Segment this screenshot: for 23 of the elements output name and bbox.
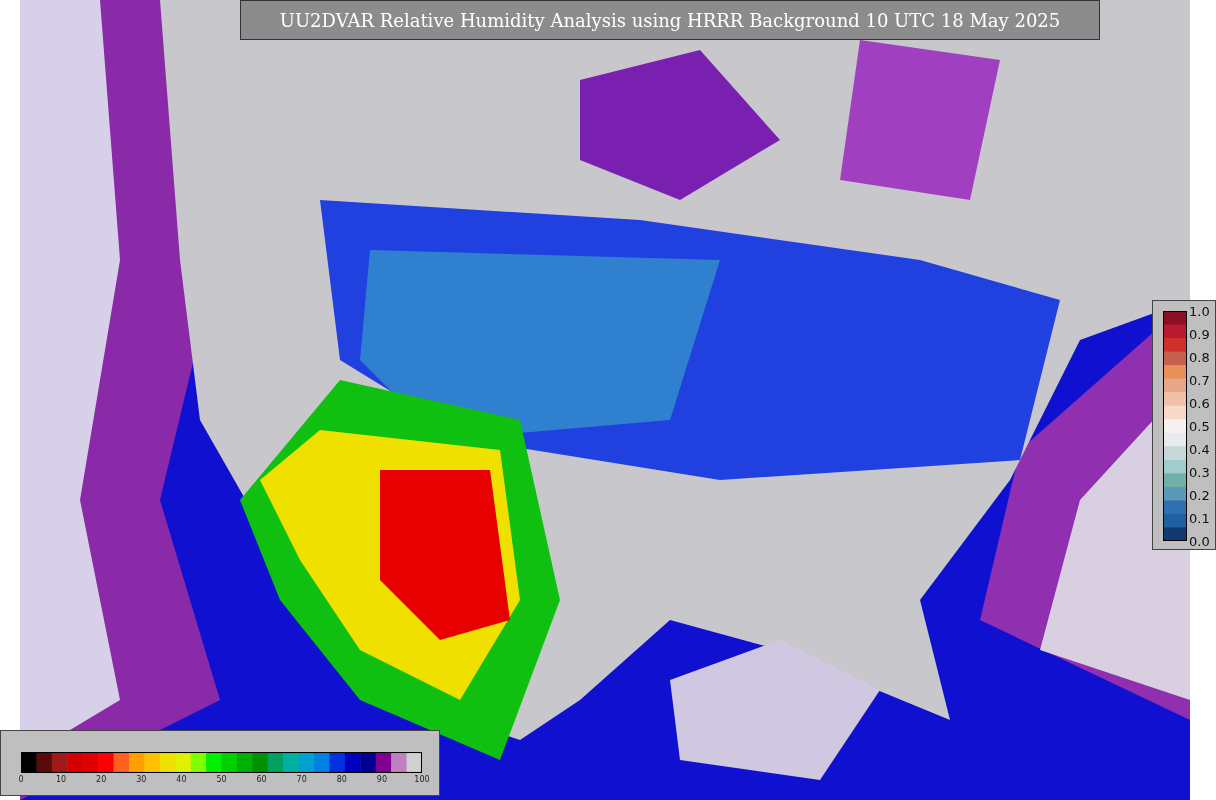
tick-label: 0 (18, 775, 24, 784)
tick-label: 40 (176, 775, 187, 784)
tick-label: 10 (56, 775, 67, 784)
tick-label: 0.3 (1189, 464, 1210, 480)
tick-label: 0.1 (1189, 510, 1210, 526)
tick-label: 30 (136, 775, 147, 784)
tick-label: 60 (256, 775, 267, 784)
tick-label: 90 (376, 775, 387, 784)
tick-label: 0.9 (1189, 326, 1210, 342)
tick-label: 0.5 (1189, 418, 1210, 434)
tick-label: 0.2 (1189, 487, 1210, 503)
tick-label: 0.4 (1189, 441, 1210, 457)
tick-label: 70 (296, 775, 307, 784)
tick-label: 0.6 (1189, 395, 1210, 411)
tick-label: 80 (336, 775, 347, 784)
tick-label: 100 (414, 775, 430, 784)
tick-label: 0.0 (1189, 533, 1210, 549)
tick-label: 0.7 (1189, 372, 1210, 388)
tick-label: 20 (96, 775, 107, 784)
tick-label: 50 (216, 775, 227, 784)
map-title: UU2DVAR Relative Humidity Analysis using HRRR Background 10 UTC 18 May 2025 (240, 0, 1100, 40)
tick-label: 1.0 (1189, 303, 1210, 319)
tick-label: 0.8 (1189, 349, 1210, 365)
